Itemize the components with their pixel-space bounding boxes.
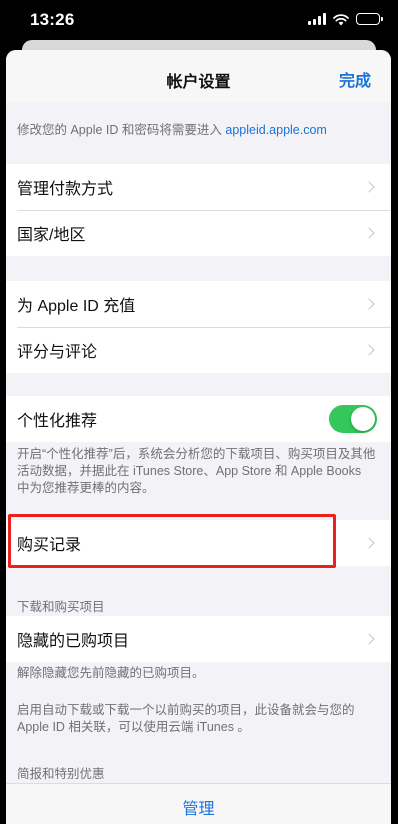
highlight-annotation (8, 514, 336, 568)
ratings-reviews-row[interactable]: 评分与评论 (6, 327, 391, 373)
navigation-bar: 帐户设置 完成 (6, 50, 391, 102)
hidden-purchases-footnote: 解除隐藏您先前隐藏的已购项目。 (17, 666, 205, 680)
account-settings-sheet: 帐户设置 完成 修改您的 Apple ID 和密码将需要进入 appleid.a… (6, 50, 391, 824)
status-icons (308, 12, 383, 26)
downloads-section-header: 下载和购买项目 (17, 600, 105, 614)
chevron-right-icon (363, 344, 375, 356)
topup-ratings-group: 为 Apple ID 充值 评分与评论 (6, 281, 391, 373)
manage-payment-row[interactable]: 管理付款方式 (6, 164, 391, 210)
appleid-link[interactable]: appleid.apple.com (225, 123, 326, 137)
auto-download-footnote: 启用自动下载或下载一个以前购买的项目，此设备就会与您的 Apple ID 相关联… (17, 703, 355, 734)
chevron-right-icon (363, 298, 375, 310)
newsletter-section-header: 简报和特别优惠 (17, 767, 105, 781)
manage-payment-label: 管理付款方式 (17, 181, 114, 198)
topup-apple-id-label: 为 Apple ID 充值 (17, 298, 136, 315)
chevron-right-icon (363, 537, 375, 549)
personalization-group: 个性化推荐 (6, 396, 391, 442)
page-title: 帐户设置 (166, 74, 231, 91)
status-bar: 13:26 (0, 0, 398, 40)
personalization-footnote: 开启“个性化推荐”后，系统会分析您的下载项目、购买项目及其他活动数据，并据此在 … (17, 447, 376, 495)
payment-region-group: 管理付款方式 国家/地区 (6, 164, 391, 256)
done-button[interactable]: 完成 (339, 67, 371, 91)
chevron-right-icon (363, 227, 375, 239)
wifi-icon (333, 13, 349, 25)
apple-id-footnote: 修改您的 Apple ID 和密码将需要进入 appleid.apple.com (17, 122, 377, 139)
personalization-toggle[interactable] (329, 405, 377, 433)
bottom-toolbar: 管理 (6, 783, 391, 824)
cellular-signal-icon (308, 13, 326, 25)
hidden-purchases-row[interactable]: 隐藏的已购项目 (6, 616, 391, 662)
apple-id-footnote-text: 修改您的 Apple ID 和密码将需要进入 (17, 123, 226, 137)
personalized-recommendations-row: 个性化推荐 (6, 396, 391, 442)
hidden-purchases-group: 隐藏的已购项目 (6, 616, 391, 662)
manage-button[interactable]: 管理 (6, 795, 391, 819)
personalized-recommendations-label: 个性化推荐 (17, 413, 98, 430)
toggle-knob (351, 407, 375, 431)
topup-apple-id-row[interactable]: 为 Apple ID 充值 (6, 281, 391, 327)
chevron-right-icon (363, 181, 375, 193)
hidden-purchases-label: 隐藏的已购项目 (17, 633, 130, 650)
chevron-right-icon (363, 633, 375, 645)
battery-icon (356, 13, 383, 25)
status-time: 13:26 (30, 10, 75, 29)
country-region-row[interactable]: 国家/地区 (6, 210, 391, 256)
country-region-label: 国家/地区 (17, 227, 86, 244)
ratings-reviews-label: 评分与评论 (17, 344, 98, 361)
